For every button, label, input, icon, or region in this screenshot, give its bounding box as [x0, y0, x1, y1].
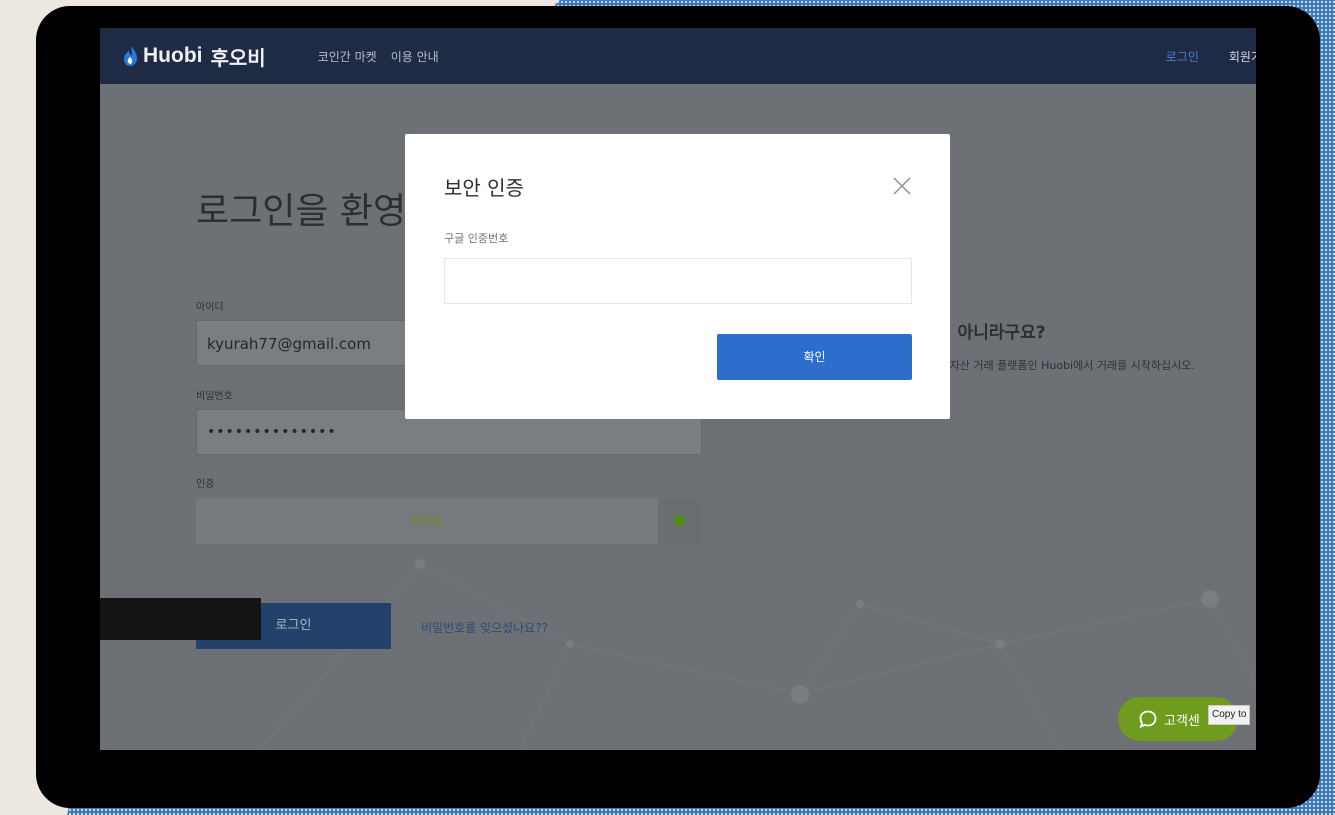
google-code-input[interactable]	[444, 258, 912, 304]
brand-name: Huobi	[143, 44, 203, 67]
browser-screen: Huobi 후오비 코인간 마켓 이용 안내 로그인 회원가	[100, 28, 1256, 750]
huobi-logo[interactable]: Huobi 후오비	[122, 42, 266, 71]
redaction-block	[100, 598, 261, 640]
captcha-verify-box[interactable]: 확인됨	[196, 498, 702, 544]
nav-auth-links: 로그인 회원가	[1166, 28, 1256, 84]
google-code-label: 구글 인증번호	[444, 232, 509, 245]
copy-tooltip: Copy to	[1208, 705, 1251, 725]
verify-check-area	[658, 498, 702, 544]
id-label: 아이디	[196, 302, 224, 313]
confirm-button[interactable]: 확인	[717, 334, 912, 380]
verified-dot-icon	[674, 515, 685, 526]
chat-bubble-icon	[1139, 710, 1157, 729]
close-icon[interactable]	[892, 176, 912, 196]
forgot-password-link[interactable]: 비밀번호를 잊으셨나요??	[421, 619, 548, 636]
huobi-flame-icon	[124, 46, 137, 66]
nav-login-link[interactable]: 로그인	[1166, 48, 1199, 65]
password-label: 비밀번호	[196, 391, 233, 402]
signup-promo-title: 이 아니라구요?	[936, 323, 1046, 343]
nav-link-coin-market[interactable]: 코인간 마켓	[318, 48, 377, 65]
customer-service-label: 고객센	[1164, 713, 1200, 729]
nav-signup-link[interactable]: 회원가	[1229, 48, 1256, 65]
nav-link-guide[interactable]: 이용 안내	[391, 48, 439, 65]
welcome-heading: 로그인을 환영합	[196, 191, 440, 232]
id-field-value: kyurah77@gmail.com	[207, 335, 371, 353]
brand-name-korean: 후오비	[210, 45, 266, 70]
password-field-value: ••••••••••••••	[207, 424, 337, 440]
security-verification-modal: 보안 인증 구글 인증번호 확인	[405, 134, 950, 419]
modal-title: 보안 인증	[444, 176, 524, 200]
top-navbar: Huobi 후오비 코인간 마켓 이용 안내 로그인 회원가	[100, 28, 1256, 84]
verify-label: 인증	[196, 479, 215, 490]
verify-status: 확인됨	[410, 514, 444, 528]
signup-promo-subtitle: 털 자산 거래 플랫폼인 Huobi에서 거래를 시작하십시오.	[936, 359, 1195, 372]
